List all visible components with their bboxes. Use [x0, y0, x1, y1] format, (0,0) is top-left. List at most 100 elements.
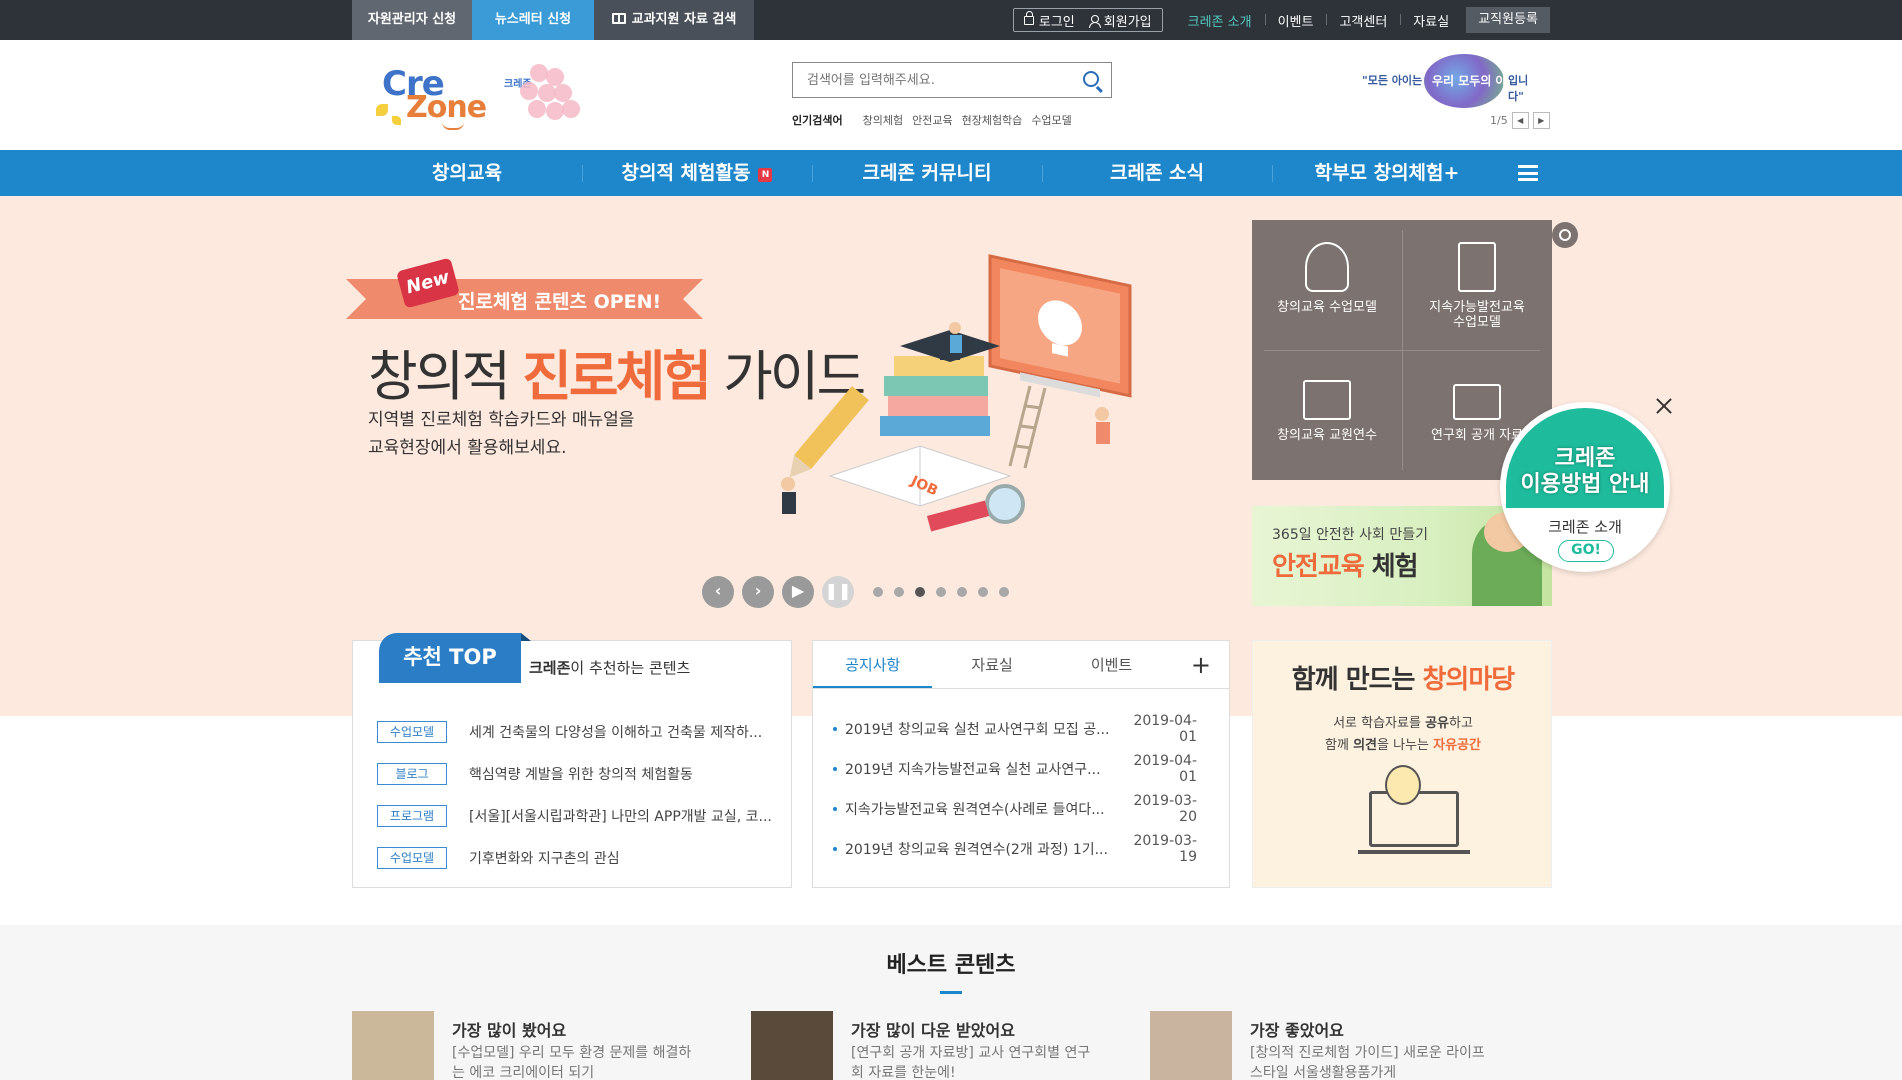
best-card-most-liked[interactable]: 가장 좋았어요 [창의적 진로체험 가이드] 새로운 라이프스타일 서울생활용품…: [1150, 1011, 1510, 1080]
user-icon: [1088, 14, 1101, 28]
top-links: 크레존 소개 이벤트 고객센터 자료실: [1175, 11, 1463, 30]
popup-line2: 이용방법 안내: [1520, 472, 1650, 497]
nav-label: 창의적 체험활동: [621, 162, 751, 184]
staff-register-button[interactable]: 교직원등록: [1466, 7, 1550, 33]
lock-icon: [1023, 10, 1034, 25]
popular-keyword[interactable]: 현장체험학습: [962, 112, 1023, 128]
pager-next-button[interactable]: ▶: [1532, 112, 1550, 129]
about-link[interactable]: 크레존 소개: [1175, 11, 1265, 30]
notice-date: 2019-04-01: [1133, 713, 1197, 745]
bullet-dot: [833, 767, 837, 771]
list-item[interactable]: 수업모델 세계 건축물의 다양성을 이해하고 건축물 제작하...: [377, 711, 781, 753]
tab-archive[interactable]: 자료실: [932, 641, 1051, 688]
close-icon[interactable]: [1654, 396, 1674, 416]
logo-smile-mark: [442, 122, 464, 130]
search-icon[interactable]: [1083, 71, 1099, 87]
notice-row[interactable]: 2019년 창의교육 실천 교사연구회 모집 공... 2019-04-01: [833, 709, 1197, 749]
textbook-search-label: 교과지원 자료 검색: [631, 12, 737, 27]
crezone-logo[interactable]: Cre 크레존 Zone: [376, 60, 580, 132]
recommend-subtitle: 크레존이 추천하는 콘텐츠: [529, 657, 690, 678]
best-card-most-downloaded[interactable]: 가장 많이 다운 받았어요 [연구회 공개 자료방] 교사 연구회별 연구회 자…: [751, 1011, 1111, 1080]
slider-dot[interactable]: [978, 587, 988, 597]
list-item[interactable]: 블로그 핵심역량 계발을 위한 창의적 체험활동: [377, 753, 781, 795]
lightbulb-gear-icon: [1305, 242, 1349, 292]
nav-parents[interactable]: 학부모 창의체험+: [1272, 150, 1502, 196]
textbook-search-button[interactable]: 교과지원 자료 검색: [594, 0, 754, 40]
customer-center-link[interactable]: 고객센터: [1326, 11, 1400, 30]
best-card-most-viewed[interactable]: 가장 많이 봤어요 [수업모델] 우리 모두 환경 문제를 해결하는 에코 크리…: [352, 1011, 712, 1080]
notice-title: 2019년 창의교육 실천 교사연구회 모집 공...: [845, 722, 1110, 738]
slider-dot[interactable]: [873, 587, 883, 597]
safety-post: 체험: [1363, 552, 1419, 582]
nav-label: 크레존 소식: [1109, 162, 1204, 184]
madang-title: 함께 만드는 창의마당: [1253, 659, 1553, 696]
slogan-globe: 우리 모두의 아이: [1424, 54, 1518, 108]
slider-dot[interactable]: [915, 587, 925, 597]
safety-banner-line1: 365일 안전한 사회 만들기: [1272, 527, 1428, 543]
nav-label: 학부모 창의체험+: [1314, 162, 1460, 184]
nav-creative-education[interactable]: 창의교육: [352, 150, 582, 196]
creative-madang-banner[interactable]: 함께 만드는 창의마당 서로 학습자료를 공유하고 함께 의견을 나누는 자유공…: [1252, 640, 1552, 888]
title-underline: [940, 991, 962, 994]
notice-row[interactable]: 2019년 창의교육 원격연수(2개 과정) 1기... 2019-03-19: [833, 829, 1197, 869]
item-title: 기후변화와 지구촌의 관심: [469, 851, 620, 867]
popular-keyword[interactable]: 안전교육: [912, 112, 952, 128]
quick-item-esd-model[interactable]: 지속가능발전교육 수업모델: [1402, 220, 1552, 350]
career-illustration: JOB: [781, 254, 1132, 532]
join-link[interactable]: 회원가입: [1088, 11, 1152, 30]
slider-dot[interactable]: [957, 587, 967, 597]
slider-next-button[interactable]: ›: [742, 576, 774, 608]
hero-desc-line1: 지역별 진로체험 학습카드와 매뉴얼을: [368, 410, 635, 430]
list-item[interactable]: 프로그램 [서울][서울시립과학관] 나만의 APP개발 교실, 코...: [377, 795, 781, 837]
category-badge: 수업모델: [377, 721, 447, 743]
card-desc: [연구회 공개 자료방] 교사 연구회별 연구회 자료를 한눈에!: [851, 1045, 1091, 1080]
nav-community[interactable]: 크레존 커뮤니티: [812, 150, 1042, 196]
search-input[interactable]: [793, 63, 1063, 97]
slogan-pager: 1/5 ◀ ▶: [1490, 112, 1550, 129]
notice-title: 지속가능발전교육 원격연수(사례로 들여다...: [845, 802, 1105, 818]
madang-description: 서로 학습자료를 공유하고 함께 의견을 나누는 자유공간: [1325, 716, 1481, 753]
newsletter-apply-button[interactable]: 뉴스레터 신청: [472, 0, 594, 40]
slider-prev-button[interactable]: ‹: [702, 576, 734, 608]
popup-go-button[interactable]: GO!: [1558, 540, 1614, 562]
bullet-dot: [833, 847, 837, 851]
event-link[interactable]: 이벤트: [1264, 11, 1327, 30]
slider-dot[interactable]: [999, 587, 1009, 597]
tab-event[interactable]: 이벤트: [1052, 641, 1171, 688]
card-title: 가장 좋았어요: [1250, 1021, 1344, 1040]
more-plus-icon[interactable]: +: [1171, 641, 1229, 688]
slider-dot[interactable]: [936, 587, 946, 597]
nav-creative-activities[interactable]: 창의적 체험활동 N: [582, 150, 812, 196]
usage-guide-popup[interactable]: 크레존 이용방법 안내 크레존 소개 GO!: [1500, 402, 1670, 572]
archive-link[interactable]: 자료실: [1400, 11, 1462, 30]
slider-dot[interactable]: [894, 587, 904, 597]
slider-pause-button[interactable]: ❚❚: [822, 576, 854, 608]
popular-keyword[interactable]: 수업모델: [1031, 112, 1071, 128]
new-badge: N: [758, 168, 773, 182]
slider-play-button[interactable]: ▶: [782, 576, 814, 608]
quick-item-lesson-model[interactable]: 창의교육 수업모델: [1252, 220, 1402, 350]
tab-notice[interactable]: 공지사항: [813, 641, 933, 688]
popular-keyword[interactable]: 창의체험: [863, 112, 903, 128]
ribbon-text: 진로체험 콘텐츠 OPEN!: [458, 291, 662, 313]
login-link[interactable]: 로그인: [1023, 10, 1075, 30]
quick-item-teacher-training[interactable]: 창의교육 교원연수: [1252, 350, 1402, 480]
item-title: [서울][서울시립과학관] 나만의 APP개발 교실, 코...: [469, 809, 772, 825]
pager-prev-button[interactable]: ◀: [1511, 112, 1529, 129]
menu-hamburger-icon[interactable]: [1518, 165, 1538, 181]
madang-title-accent: 창의마당: [1422, 665, 1516, 695]
notice-date: 2019-04-01: [1133, 753, 1197, 785]
recommend-top-box: 추천 TOP 크레존이 추천하는 콘텐츠 수업모델 세계 건축물의 다양성을 이해…: [352, 633, 792, 888]
slogan-banner[interactable]: "모든 아이는 우리 모두의 아이 입니다": [1362, 54, 1542, 108]
list-item[interactable]: 수업모델 기후변화와 지구촌의 관심: [377, 837, 781, 879]
join-label: 회원가입: [1103, 14, 1152, 30]
notice-row[interactable]: 지속가능발전교육 원격연수(사례로 들여다... 2019-03-20: [833, 789, 1197, 829]
site-header: Cre 크레존 Zone 인기검색어 창의체험 안전교육 현장체험학습 수업모델…: [0, 40, 1902, 150]
presentation-chart-icon: [1453, 384, 1501, 420]
nav-news[interactable]: 크레존 소식: [1042, 150, 1272, 196]
gear-icon[interactable]: [1552, 222, 1578, 248]
admin-apply-button[interactable]: 자원관리자 신청: [352, 0, 472, 40]
nav-label: 창의교육: [432, 162, 502, 184]
notice-row[interactable]: 2019년 지속가능발전교육 실천 교사연구... 2019-04-01: [833, 749, 1197, 789]
card-thumbnail: [751, 1011, 833, 1080]
